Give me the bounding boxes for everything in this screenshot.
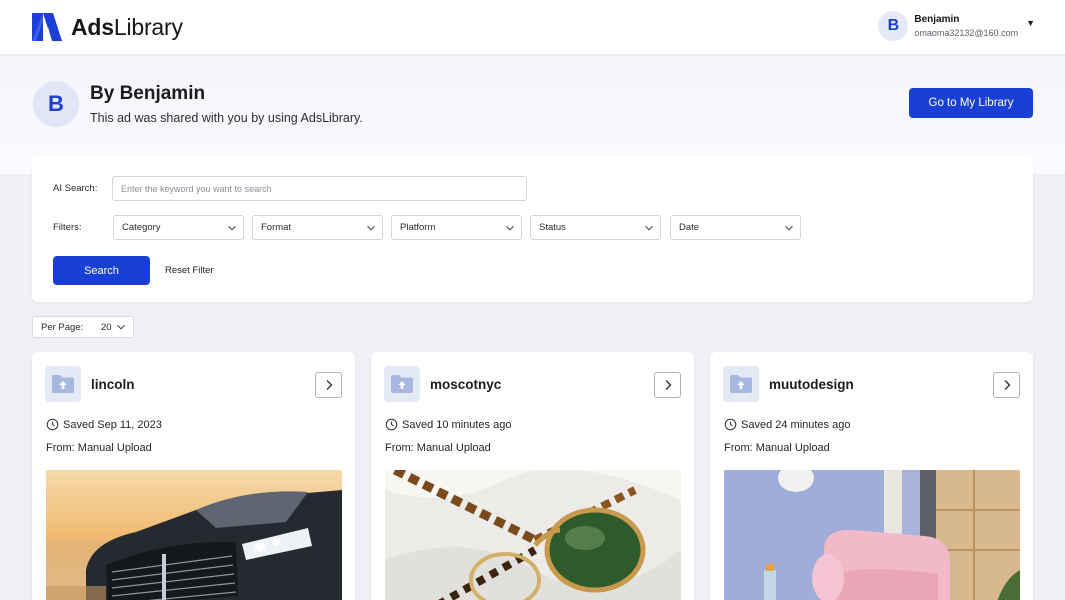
reset-filter-link[interactable]: Reset Filter <box>165 265 214 276</box>
user-info: Benjamin omaoma32132@160.com <box>914 13 1018 40</box>
chevron-down-icon <box>117 324 125 330</box>
ad-card[interactable]: muutodesign Saved 24 minutes ago From: M… <box>710 352 1033 600</box>
filters-label: Filters: <box>53 222 82 233</box>
car-ad-image[interactable] <box>46 470 342 600</box>
user-email: omaoma32132@160.com <box>914 27 1019 38</box>
folder-upload-icon <box>723 366 759 402</box>
chevron-down-icon <box>785 225 793 231</box>
page-title: By Benjamin <box>90 83 206 104</box>
open-card-button[interactable] <box>315 372 342 398</box>
platform-dropdown[interactable]: Platform <box>391 215 522 240</box>
card-saved-time: Saved 10 minutes ago <box>385 418 511 431</box>
folder-upload-icon <box>45 366 81 402</box>
clock-icon <box>46 418 59 431</box>
go-to-my-library-button[interactable]: Go to My Library <box>909 88 1033 118</box>
chevron-right-icon <box>326 380 332 390</box>
category-dropdown[interactable]: Category <box>113 215 244 240</box>
card-source: From: Manual Upload <box>46 442 152 454</box>
folder-upload-icon <box>384 366 420 402</box>
ads-library-logo[interactable]: AdsLibrary <box>32 13 183 41</box>
sharer-avatar: B <box>33 81 79 127</box>
status-dropdown-label: Status <box>539 222 566 233</box>
caret-down-icon[interactable]: ▼ <box>1026 18 1035 28</box>
logo-text: AdsLibrary <box>71 13 183 40</box>
card-brand-name: lincoln <box>91 377 135 392</box>
ai-search-input[interactable] <box>112 176 527 201</box>
chevron-right-icon <box>665 380 671 390</box>
logo-mark-icon <box>32 13 62 41</box>
chevron-down-icon <box>506 225 514 231</box>
armchair-ad-image[interactable] <box>724 470 1020 600</box>
card-source: From: Manual Upload <box>724 442 830 454</box>
format-dropdown[interactable]: Format <box>252 215 383 240</box>
date-dropdown[interactable]: Date <box>670 215 801 240</box>
user-name: Benjamin <box>914 13 960 25</box>
per-page-value: 20 <box>101 321 112 333</box>
page-subtitle: This ad was shared with you by using Ads… <box>90 111 363 125</box>
card-brand-name: muutodesign <box>769 377 854 392</box>
top-navigation-bar: AdsLibrary B Benjamin omaoma32132@160.co… <box>0 0 1065 54</box>
clock-icon <box>724 418 737 431</box>
sunglasses-ad-image[interactable] <box>385 470 681 600</box>
user-menu[interactable]: B Benjamin omaoma32132@160.com ▼ <box>878 11 1035 41</box>
chevron-down-icon <box>645 225 653 231</box>
per-page-label: Per Page: <box>41 321 84 333</box>
format-dropdown-label: Format <box>261 222 292 233</box>
user-avatar: B <box>878 11 909 41</box>
category-dropdown-label: Category <box>122 222 161 233</box>
search-button[interactable]: Search <box>53 256 150 285</box>
chevron-right-icon <box>1004 380 1010 390</box>
ad-card[interactable]: moscotnyc Saved 10 minutes ago From: Man… <box>371 352 694 600</box>
card-source: From: Manual Upload <box>385 442 491 454</box>
open-card-button[interactable] <box>654 372 681 398</box>
platform-dropdown-label: Platform <box>400 222 436 233</box>
chevron-down-icon <box>228 225 236 231</box>
clock-icon <box>385 418 398 431</box>
filter-panel: AI Search: Filters: Category Format Plat… <box>32 156 1033 302</box>
card-saved-time: Saved 24 minutes ago <box>724 418 850 431</box>
open-card-button[interactable] <box>993 372 1020 398</box>
status-dropdown[interactable]: Status <box>530 215 661 240</box>
ai-search-label: AI Search: <box>53 183 98 194</box>
ad-card[interactable]: lincoln Saved Sep 11, 2023 From: Manual … <box>32 352 355 600</box>
date-dropdown-label: Date <box>679 222 700 233</box>
card-brand-name: moscotnyc <box>430 377 502 392</box>
card-saved-time: Saved Sep 11, 2023 <box>46 418 162 431</box>
per-page-select[interactable]: Per Page: 20 <box>32 316 134 338</box>
chevron-down-icon <box>367 225 375 231</box>
